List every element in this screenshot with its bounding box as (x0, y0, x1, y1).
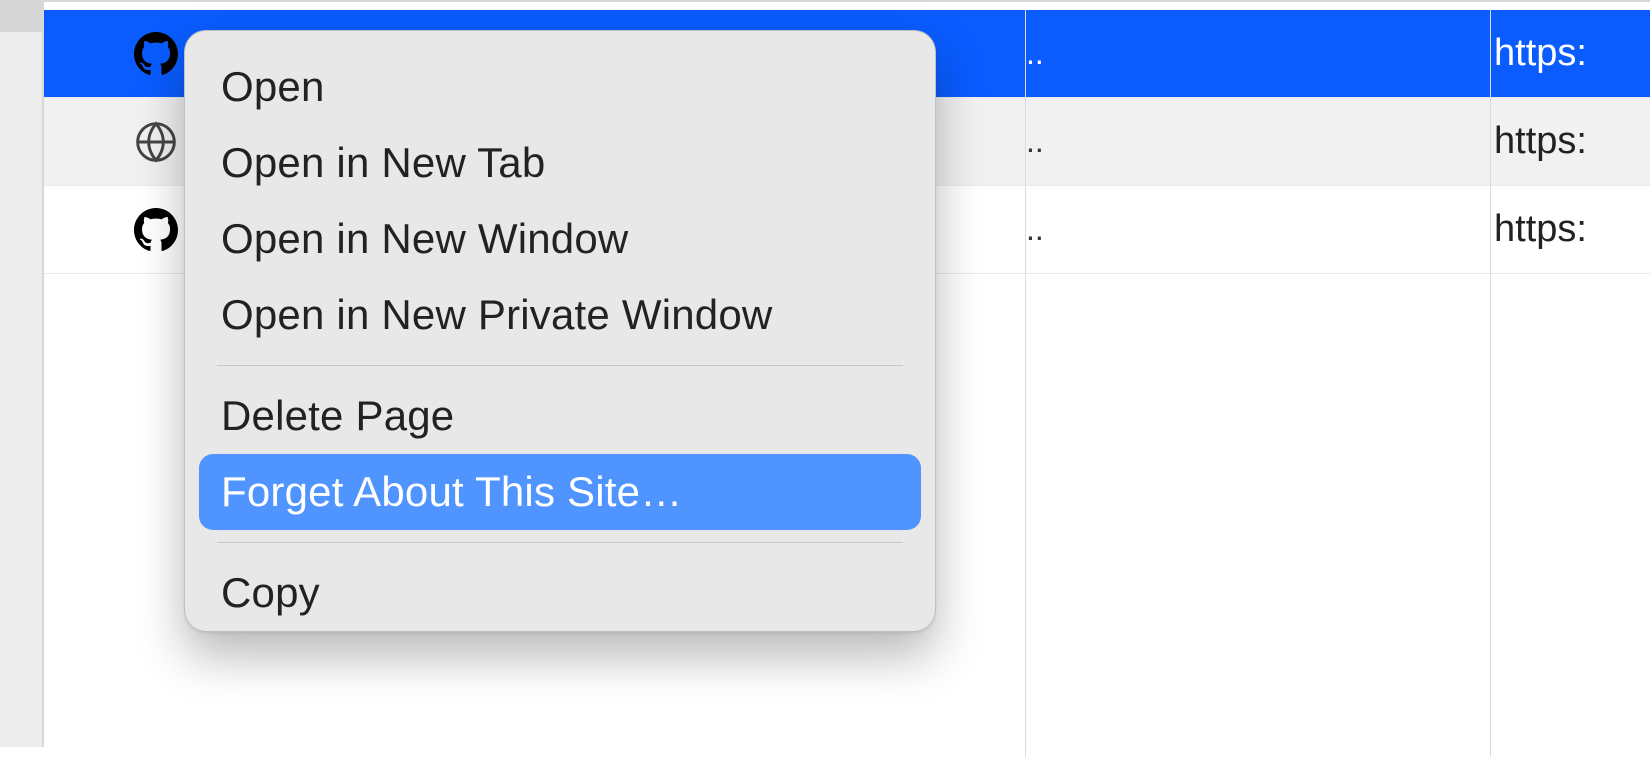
title-overflow: .. (1024, 123, 1044, 160)
menu-item-forget-site[interactable]: Forget About This Site… (199, 454, 921, 530)
menu-separator (217, 365, 903, 366)
history-url: https: (1494, 10, 1587, 97)
header-spacer (44, 0, 1650, 10)
history-url: https: (1494, 186, 1587, 273)
github-icon (134, 32, 178, 76)
menu-item-open[interactable]: Open (199, 49, 921, 125)
context-menu: Open Open in New Tab Open in New Window … (184, 30, 936, 632)
history-url: https: (1494, 98, 1587, 185)
menu-item-open-private-window[interactable]: Open in New Private Window (199, 277, 921, 353)
menu-item-open-new-window[interactable]: Open in New Window (199, 201, 921, 277)
column-divider (1490, 10, 1491, 757)
menu-separator (217, 542, 903, 543)
menu-item-copy[interactable]: Copy (199, 555, 921, 631)
menu-item-open-new-tab[interactable]: Open in New Tab (199, 125, 921, 201)
github-icon (134, 208, 178, 252)
title-overflow: .. (1024, 211, 1044, 248)
column-divider (1025, 10, 1026, 757)
menu-item-delete-page[interactable]: Delete Page (199, 378, 921, 454)
globe-icon (134, 120, 178, 164)
title-overflow: .. (1024, 35, 1044, 72)
left-gutter (0, 0, 44, 747)
